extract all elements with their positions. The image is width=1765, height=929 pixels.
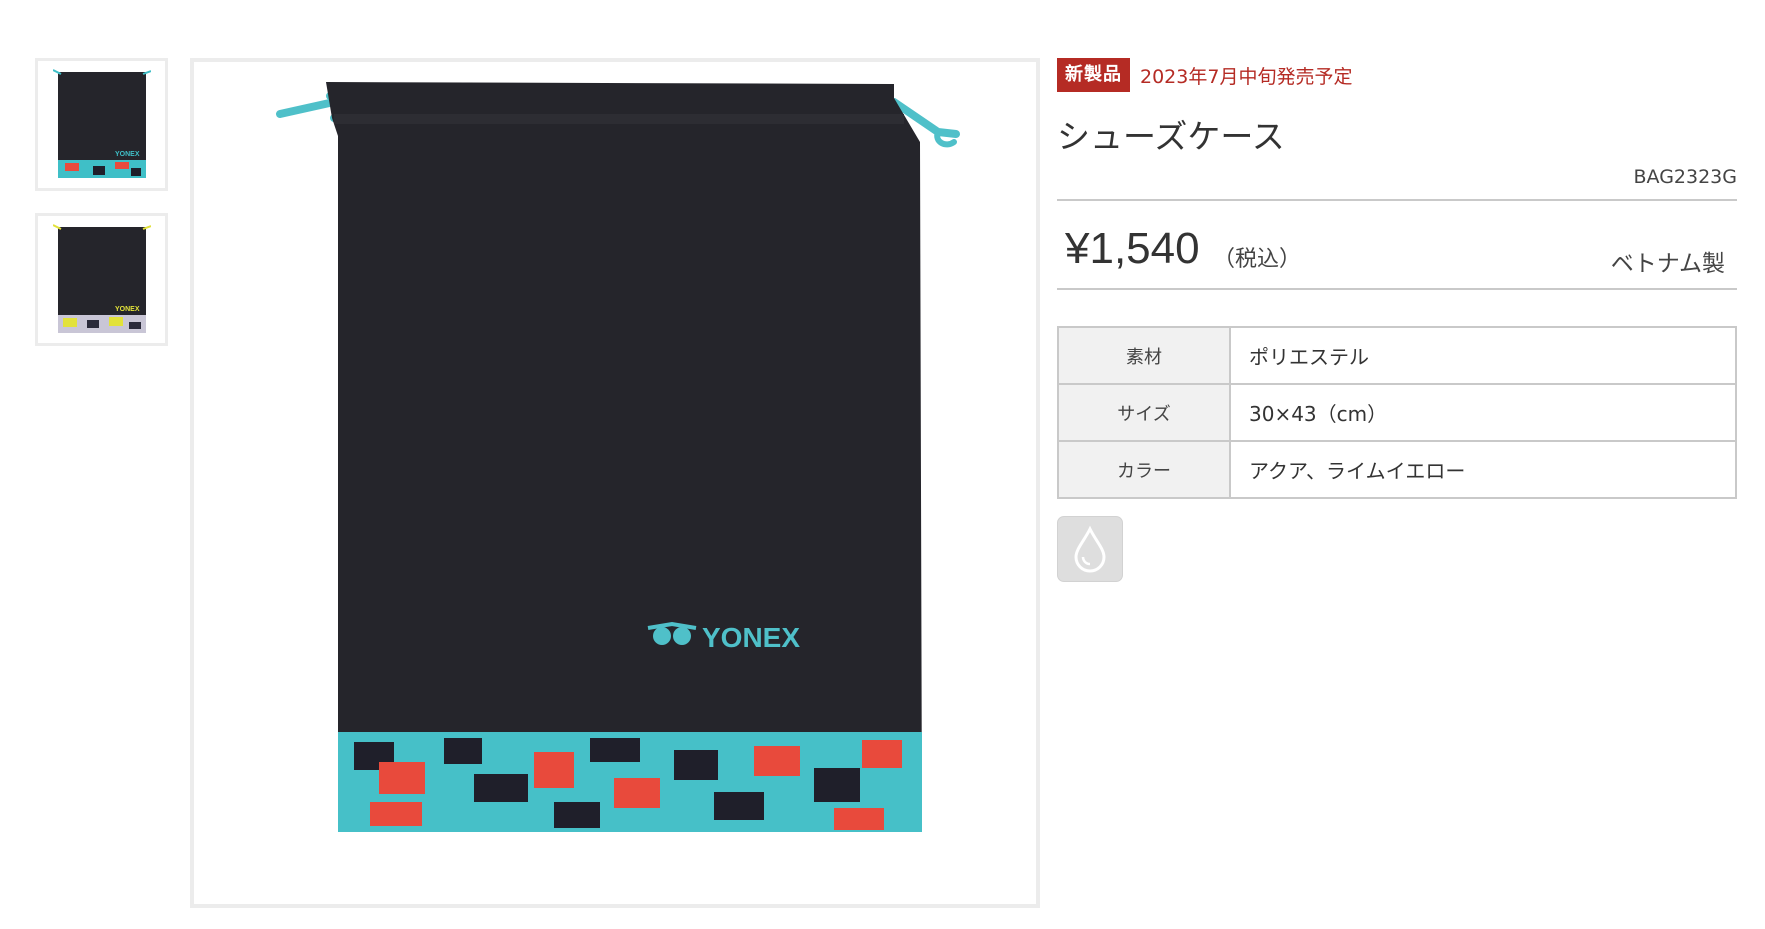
divider [1057, 288, 1737, 290]
product-code: BAG2323G [1633, 166, 1738, 188]
release-note: 2023年7月中旬発売予定 [1140, 65, 1353, 88]
water-drop-icon [1074, 525, 1106, 573]
shoe-case-illustration: YONEX [276, 82, 960, 832]
spec-value: 30×43（cm） [1229, 383, 1737, 442]
yonex-logo-text: YONEX [702, 622, 800, 653]
price: ¥1,540 [1065, 224, 1200, 273]
country-of-origin: ベトナム製 [1610, 251, 1725, 277]
thumbnail-aqua-image: YONEX [52, 68, 151, 178]
spec-row-color: カラー アクア、ライムイエロー [1057, 440, 1737, 499]
spec-label: カラー [1057, 440, 1231, 499]
spec-value: ポリエステル [1229, 326, 1737, 385]
spec-value: アクア、ライムイエロー [1229, 440, 1737, 499]
divider [1057, 199, 1737, 201]
thumbnail-lime-yellow[interactable]: YONEX [35, 213, 168, 346]
svg-text:YONEX: YONEX [115, 151, 140, 158]
thumbnail-aqua[interactable]: YONEX [35, 58, 168, 191]
svg-text:YONEX: YONEX [115, 306, 140, 313]
spec-row-material: 素材 ポリエステル [1057, 326, 1737, 385]
spec-label: 素材 [1057, 326, 1231, 385]
tax-note: （税込） [1213, 247, 1302, 272]
main-product-image: YONEX [190, 58, 1040, 908]
spec-label: サイズ [1057, 383, 1231, 442]
water-repellent-feature-button[interactable] [1057, 516, 1123, 582]
thumbnail-lime-yellow-image: YONEX [52, 223, 151, 333]
spec-table: 素材 ポリエステル サイズ 30×43（cm） カラー アクア、ライムイエロー [1057, 326, 1737, 499]
release-row: 新製品 2023年7月中旬発売予定 [1057, 58, 1352, 92]
product-name: シューズケース [1057, 117, 1285, 156]
new-product-badge: 新製品 [1057, 58, 1130, 92]
spec-row-size: サイズ 30×43（cm） [1057, 383, 1737, 442]
